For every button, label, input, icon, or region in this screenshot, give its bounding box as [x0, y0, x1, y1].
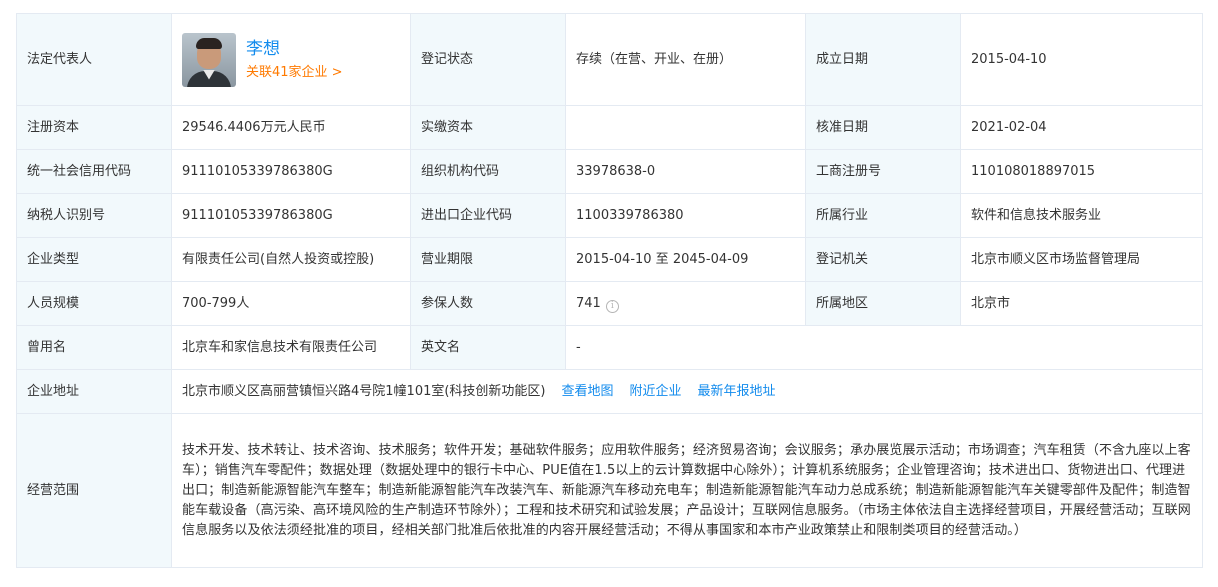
row-business-scope: 经营范围 技术开发、技术转让、技术咨询、技术服务；软件开发；基础软件服务；应用软…: [16, 413, 1203, 568]
business-reg-no-value: 110108018897015: [960, 149, 1203, 194]
business-term-label: 营业期限: [410, 237, 566, 282]
row-capital: 注册资本 29546.4406万元人民币 实缴资本 核准日期 2021-02-0…: [16, 105, 1203, 150]
org-code-value: 33978638-0: [565, 149, 806, 194]
row-names: 曾用名 北京车和家信息技术有限责任公司 英文名 -: [16, 325, 1203, 370]
english-name-label: 英文名: [410, 325, 566, 370]
company-info-table: 法定代表人 李想 关联41家企业 > 登记状态 存续（在营、开业、在册） 成立日…: [16, 13, 1203, 568]
row-staff: 人员规模 700-799人 参保人数 741 i 所属地区 北京市: [16, 281, 1203, 326]
legal-rep-name-link[interactable]: 李想: [246, 37, 343, 61]
registered-capital-label: 注册资本: [16, 105, 172, 150]
region-value: 北京市: [960, 281, 1203, 326]
former-name-value: 北京车和家信息技术有限责任公司: [171, 325, 411, 370]
taxpayer-id-label: 纳税人识别号: [16, 193, 172, 238]
row-address: 企业地址 北京市顺义区高丽营镇恒兴路4号院1幢101室(科技创新功能区) 查看地图…: [16, 369, 1203, 414]
business-term-value: 2015-04-10 至 2045-04-09: [565, 237, 806, 282]
credit-code-label: 统一社会信用代码: [16, 149, 172, 194]
registration-authority-label: 登记机关: [805, 237, 961, 282]
registration-authority-value: 北京市顺义区市场监督管理局: [960, 237, 1203, 282]
industry-label: 所属行业: [805, 193, 961, 238]
established-date-value: 2015-04-10: [960, 13, 1203, 106]
registration-status-label: 登记状态: [410, 13, 566, 106]
business-scope-label: 经营范围: [16, 413, 172, 568]
nearby-companies-link[interactable]: 附近企业: [630, 384, 682, 399]
paid-capital-value: [565, 105, 806, 150]
avatar[interactable]: [182, 32, 236, 87]
staff-size-label: 人员规模: [16, 281, 172, 326]
address-cell: 北京市顺义区高丽营镇恒兴路4号院1幢101室(科技创新功能区) 查看地图 附近企业 最…: [171, 369, 1203, 414]
company-type-value: 有限责任公司(自然人投资或控股): [171, 237, 411, 282]
business-scope-value: 技术开发、技术转让、技术咨询、技术服务；软件开发；基础软件服务；应用软件服务；经…: [171, 413, 1203, 568]
legal-rep-cell: 李想 关联41家企业 >: [171, 13, 411, 106]
row-legal-rep: 法定代表人 李想 关联41家企业 > 登记状态 存续（在营、开业、在册） 成立日…: [16, 13, 1203, 106]
business-reg-no-label: 工商注册号: [805, 149, 961, 194]
related-companies-link[interactable]: 关联41家企业 >: [246, 63, 343, 83]
row-tax: 纳税人识别号 91110105339786380G 进出口企业代码 110033…: [16, 193, 1203, 238]
legal-rep-label: 法定代表人: [16, 13, 172, 106]
company-type-label: 企业类型: [16, 237, 172, 282]
insured-count-cell: 741 i: [565, 281, 806, 326]
credit-code-value: 91110105339786380G: [171, 149, 411, 194]
latest-annual-report-address-link[interactable]: 最新年报地址: [698, 384, 776, 399]
region-label: 所属地区: [805, 281, 961, 326]
paid-capital-label: 实缴资本: [410, 105, 566, 150]
former-name-label: 曾用名: [16, 325, 172, 370]
registered-capital-value: 29546.4406万元人民币: [171, 105, 411, 150]
row-codes: 统一社会信用代码 91110105339786380G 组织机构代码 33978…: [16, 149, 1203, 194]
import-export-code-value: 1100339786380: [565, 193, 806, 238]
address-value: 北京市顺义区高丽营镇恒兴路4号院1幢101室(科技创新功能区): [182, 383, 546, 399]
english-name-value: -: [565, 325, 1203, 370]
insured-count-label: 参保人数: [410, 281, 566, 326]
taxpayer-id-value: 91110105339786380G: [171, 193, 411, 238]
industry-value: 软件和信息技术服务业: [960, 193, 1203, 238]
approval-date-value: 2021-02-04: [960, 105, 1203, 150]
import-export-code-label: 进出口企业代码: [410, 193, 566, 238]
insured-count-value: 741: [576, 295, 601, 311]
registration-status-value: 存续（在营、开业、在册）: [565, 13, 806, 106]
approval-date-label: 核准日期: [805, 105, 961, 150]
info-circle-icon[interactable]: i: [605, 299, 619, 313]
org-code-label: 组织机构代码: [410, 149, 566, 194]
established-date-label: 成立日期: [805, 13, 961, 106]
row-type: 企业类型 有限责任公司(自然人投资或控股) 营业期限 2015-04-10 至 …: [16, 237, 1203, 282]
view-map-link[interactable]: 查看地图: [562, 384, 614, 399]
address-label: 企业地址: [16, 369, 172, 414]
staff-size-value: 700-799人: [171, 281, 411, 326]
